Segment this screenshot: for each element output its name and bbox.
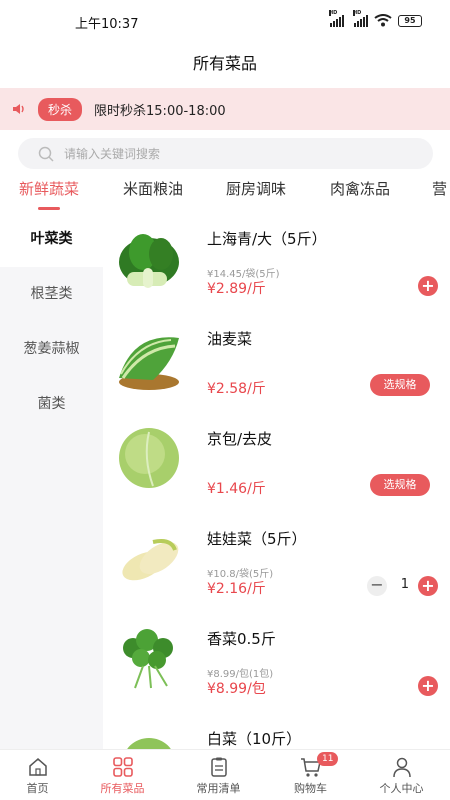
select-spec-button[interactable]: 选规格: [370, 374, 430, 396]
product-price: ¥2.89/斤: [207, 281, 266, 297]
active-tab-indicator: [38, 207, 60, 210]
search-input[interactable]: [64, 146, 364, 161]
grid-icon: [112, 757, 133, 777]
tab-kitchen-seasoning[interactable]: 厨房调味: [226, 178, 286, 199]
product-price: ¥8.99/包: [207, 681, 266, 697]
product-image-cabbage: [119, 428, 179, 488]
tab-profile[interactable]: 个人中心: [364, 754, 439, 796]
status-bar: 上午10:37 HD HD 95: [0, 0, 450, 40]
category-tabs: 新鲜蔬菜 米面粮油 厨房调味 肉禽冻品 营: [0, 172, 450, 212]
product-name: 娃娃菜（5斤）: [207, 530, 307, 548]
bottom-tab-bar: 首页 所有菜品 常用清单 11 购物车 个人中心: [0, 749, 450, 800]
status-time: 上午10:37: [75, 17, 139, 32]
tab-rice-noodles-oil[interactable]: 米面粮油: [123, 178, 183, 199]
tab-home[interactable]: 首页: [0, 754, 75, 796]
battery-icon: 95: [398, 14, 422, 27]
product-name: 上海青/大（5斤）: [207, 230, 327, 248]
sidebar-item-mushroom[interactable]: 菌类: [0, 377, 103, 432]
product-image-baby-cabbage: [122, 539, 179, 581]
product-price: ¥2.58/斤: [207, 381, 266, 397]
list-item[interactable]: 油麦菜 ¥2.58/斤 选规格: [103, 312, 450, 412]
tab-profile-label: 个人中心: [379, 782, 424, 795]
list-icon: [210, 757, 227, 777]
select-spec-button[interactable]: 选规格: [370, 474, 430, 496]
sidebar-item-aromatics[interactable]: 葱姜蒜椒: [0, 322, 103, 377]
tab-favorites-list[interactable]: 常用清单: [181, 754, 256, 796]
tab-more[interactable]: 营: [432, 178, 447, 199]
product-image-cilantro: [123, 629, 173, 689]
flash-sale-banner[interactable]: 秒杀 限时秒杀15:00-18:00: [0, 88, 450, 130]
product-image-bok-choy: [119, 234, 179, 288]
signal-icon: HD: [329, 9, 344, 27]
flash-sale-badge: 秒杀: [38, 97, 83, 121]
list-item[interactable]: 京包/去皮 ¥1.46/斤 选规格: [103, 412, 450, 512]
product-list: 上海青/大（5斤） ¥14.45/袋(5斤) ¥2.89/斤 + 油麦菜 ¥2.…: [103, 212, 450, 749]
tab-meat-frozen[interactable]: 肉禽冻品: [330, 178, 390, 199]
list-item[interactable]: 白菜（10斤）: [103, 712, 450, 749]
tab-fresh-vegetables[interactable]: 新鲜蔬菜: [19, 178, 79, 199]
add-to-cart-button[interactable]: +: [418, 676, 438, 696]
product-image-chinese-cabbage: [127, 738, 171, 749]
product-price: ¥2.16/斤: [207, 581, 266, 597]
tab-favorites-list-label: 常用清单: [196, 782, 241, 795]
list-item[interactable]: 上海青/大（5斤） ¥14.45/袋(5斤) ¥2.89/斤 +: [103, 212, 450, 312]
product-name: 京包/去皮: [207, 430, 273, 448]
list-item[interactable]: 香菜0.5斤 ¥8.99/包(1包) ¥8.99/包 +: [103, 612, 450, 712]
search-icon: [38, 146, 54, 162]
tab-all-products[interactable]: 所有菜品: [85, 754, 160, 796]
decrease-quantity-button[interactable]: −: [367, 576, 387, 596]
home-icon: [28, 758, 47, 776]
product-price: ¥1.46/斤: [207, 481, 266, 497]
product-name: 香菜0.5斤: [207, 630, 276, 648]
cart-count-badge: 11: [317, 752, 339, 766]
subcategory-sidebar: 叶菜类 根茎类 葱姜蒜椒 菌类: [0, 212, 103, 749]
increase-quantity-button[interactable]: +: [418, 576, 438, 596]
user-icon: [392, 757, 411, 778]
flash-sale-text: 限时秒杀15:00-18:00: [94, 103, 226, 119]
product-name: 油麦菜: [207, 330, 253, 348]
sidebar-item-root[interactable]: 根茎类: [0, 267, 103, 322]
product-image-romaine: [119, 337, 179, 390]
tab-all-products-label: 所有菜品: [100, 782, 145, 795]
tab-cart[interactable]: 11 购物车: [273, 752, 348, 796]
signal-icon-2: HD: [353, 9, 368, 27]
tab-cart-label: 购物车: [294, 782, 327, 795]
list-item[interactable]: 娃娃菜（5斤） ¥10.8/袋(5斤) ¥2.16/斤 − 1 +: [103, 512, 450, 612]
quantity-value: 1: [400, 577, 409, 592]
sidebar-item-leafy[interactable]: 叶菜类: [0, 212, 103, 267]
page-title: 所有菜品: [192, 54, 257, 73]
speaker-icon: [13, 104, 24, 114]
status-icons: HD HD 95: [329, 9, 422, 27]
product-name: 白菜（10斤）: [207, 730, 302, 748]
wifi-icon: [374, 14, 392, 27]
tab-home-label: 首页: [26, 782, 49, 795]
add-to-cart-button[interactable]: +: [418, 276, 438, 296]
search-bar[interactable]: [18, 138, 433, 169]
